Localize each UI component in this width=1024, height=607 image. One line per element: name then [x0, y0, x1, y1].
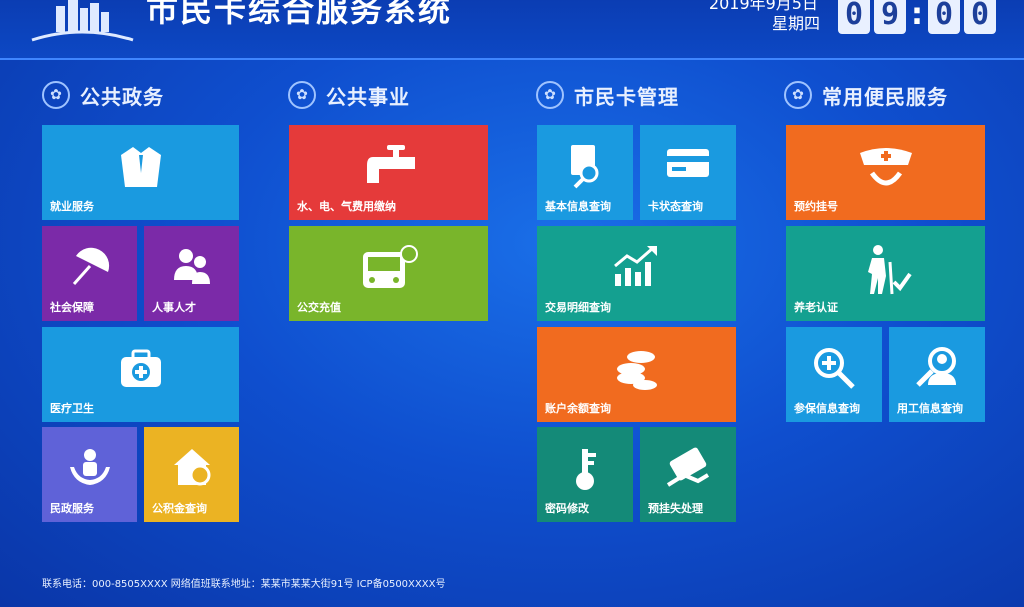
section-title: 公共政务	[80, 84, 164, 109]
tile-insurance-info[interactable]: 参保信息查询	[786, 327, 882, 422]
emblem-icon: ✿	[288, 81, 316, 109]
clock-digit: 0	[838, 0, 870, 34]
tile-bus-topup[interactable]: 公交充值	[289, 226, 488, 321]
key-icon	[576, 449, 596, 490]
tile-label: 医疗卫生	[50, 402, 94, 415]
umbrella-icon	[72, 247, 109, 285]
tile-label: 预挂失处理	[648, 502, 703, 515]
tile-label: 交易明细查询	[545, 301, 611, 314]
section-card-management: ✿ 市民卡管理	[536, 80, 679, 110]
chart-up-icon	[613, 246, 657, 286]
tile-transactions[interactable]: 交易明细查询	[537, 226, 736, 321]
tile-label: 基本信息查询	[545, 200, 611, 213]
clock-digit: 0	[964, 0, 996, 34]
document-search-icon	[571, 145, 599, 189]
tile-social-security[interactable]: 社会保障	[42, 226, 137, 321]
tile-label: 账户余额查询	[545, 402, 611, 415]
tile-label: 水、电、气费用缴纳	[297, 200, 396, 213]
city-skyline-logo-icon	[31, 0, 134, 42]
tile-password[interactable]: 密码修改	[537, 427, 633, 522]
tile-hr-talent[interactable]: 人事人才	[144, 226, 239, 321]
magnifier-plus-icon	[814, 348, 855, 389]
tile-employment-info[interactable]: 用工信息查询	[889, 327, 985, 422]
tile-civil-affairs[interactable]: 民政服务	[42, 427, 137, 522]
section-public-affairs: ✿ 公共政务	[42, 80, 164, 110]
tile-appointment[interactable]: 预约挂号	[786, 125, 985, 220]
tile-medical[interactable]: 医疗卫生	[42, 327, 239, 422]
clock-separator: :	[911, 0, 923, 32]
faucet-icon	[366, 145, 415, 183]
card-icon	[667, 149, 709, 177]
card-hand-icon	[666, 447, 710, 487]
app-title: 市民卡综合服务系统	[146, 0, 453, 29]
coins-icon	[616, 351, 657, 390]
section-title: 市民卡管理	[574, 84, 679, 109]
nurse-icon	[859, 148, 912, 186]
clock-digit: 9	[874, 0, 906, 34]
bus-icon	[362, 245, 418, 288]
tile-basic-info[interactable]: 基本信息查询	[537, 125, 633, 220]
tile-label: 公交充值	[297, 301, 341, 314]
medkit-icon	[120, 349, 161, 387]
tile-card-status[interactable]: 卡状态查询	[640, 125, 736, 220]
tile-label: 民政服务	[50, 502, 94, 515]
tile-label: 就业服务	[50, 200, 94, 213]
people-icon	[173, 249, 210, 284]
header-bar: 市民卡综合服务系统 2019年9月5日 星期四 0 9 : 0 0	[0, 0, 1024, 60]
tile-label: 公积金查询	[152, 502, 207, 515]
weekday-text: 星期四	[771, 14, 820, 33]
tile-label: 人事人才	[152, 301, 196, 314]
tile-label: 用工信息查询	[897, 402, 963, 415]
tile-employment[interactable]: 就业服务	[42, 125, 239, 220]
section-public-utilities: ✿ 公共事业	[288, 80, 410, 110]
tile-report-loss[interactable]: 预挂失处理	[640, 427, 736, 522]
section-title: 公共事业	[326, 84, 410, 109]
shirt-icon	[120, 147, 161, 187]
section-title: 常用便民服务	[822, 84, 948, 109]
clock: 0 9 : 0 0	[838, 0, 996, 34]
emblem-icon: ✿	[784, 81, 812, 109]
user-search-icon	[916, 347, 956, 387]
date-text: 2019年9月5日	[708, 0, 818, 13]
tile-housing-fund[interactable]: 公积金查询	[144, 427, 239, 522]
tile-utility-payment[interactable]: 水、电、气费用缴纳	[289, 125, 488, 220]
emblem-icon: ✿	[536, 81, 564, 109]
emblem-icon: ✿	[42, 81, 70, 109]
clock-digit: 0	[928, 0, 960, 34]
elder-check-icon	[867, 245, 912, 295]
charity-icon	[69, 449, 110, 485]
tile-label: 参保信息查询	[794, 402, 860, 415]
tile-pension-cert[interactable]: 养老认证	[786, 226, 985, 321]
house-coin-icon	[173, 449, 210, 486]
section-convenience-services: ✿ 常用便民服务	[784, 80, 948, 110]
tile-label: 预约挂号	[794, 200, 838, 213]
footer-contact: 联系电话：000-8505XXXX 网络值班联系地址：某某市某某大街91号 IC…	[42, 579, 446, 590]
tile-label: 养老认证	[794, 301, 838, 314]
tile-label: 密码修改	[545, 502, 589, 515]
tile-label: 社会保障	[50, 301, 94, 314]
tile-balance[interactable]: 账户余额查询	[537, 327, 736, 422]
tile-label: 卡状态查询	[648, 200, 703, 213]
